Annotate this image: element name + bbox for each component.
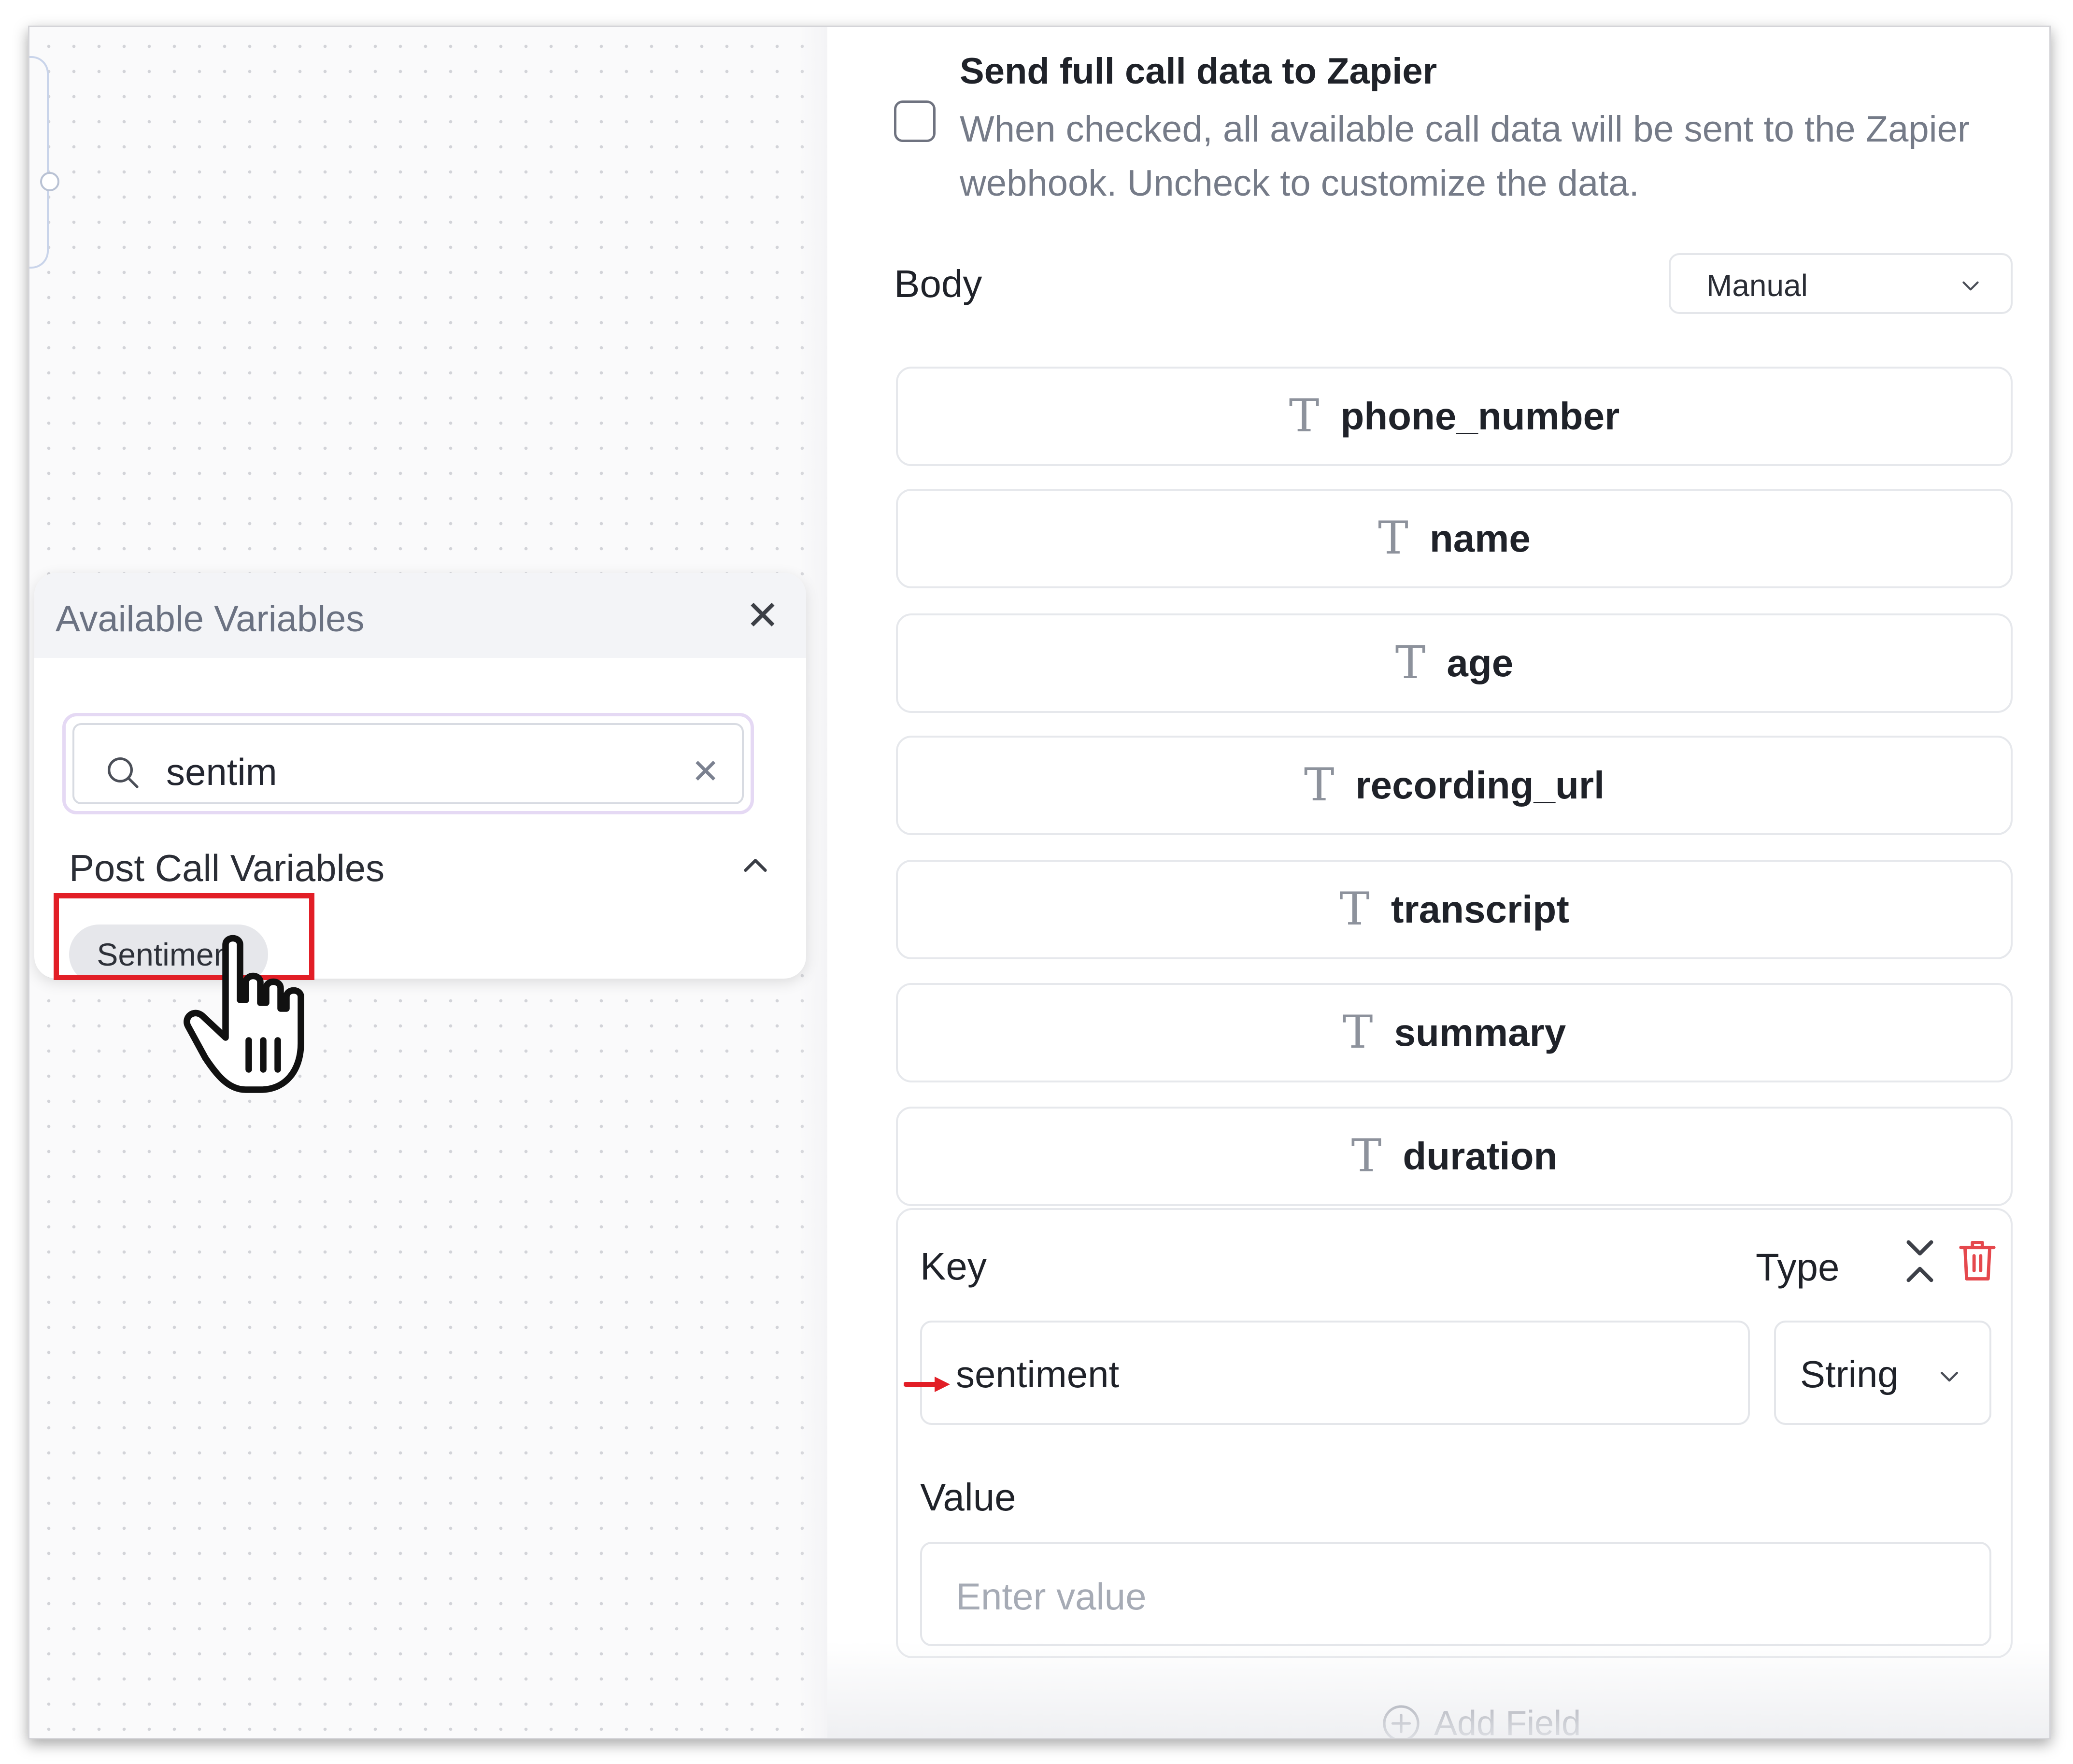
body-field-row[interactable]: T name bbox=[896, 489, 2013, 588]
variable-search-input[interactable]: sentim bbox=[166, 750, 277, 794]
text-type-icon: T bbox=[1289, 390, 1320, 442]
type-select-value: String bbox=[1800, 1353, 1899, 1395]
chevron-down-icon bbox=[1941, 1372, 1958, 1382]
field-name: age bbox=[1447, 641, 1514, 684]
arrow-right-icon bbox=[904, 1377, 950, 1392]
add-field-button[interactable]: Add Field bbox=[1381, 1703, 1581, 1739]
body-mode-value: Manual bbox=[1706, 268, 1808, 303]
post-call-variables-title[interactable]: Post Call Variables bbox=[69, 846, 384, 890]
field-name: recording_url bbox=[1355, 764, 1605, 807]
text-type-icon: T bbox=[1378, 512, 1408, 565]
send-full-call-data-checkbox[interactable] bbox=[894, 100, 936, 142]
body-field-row[interactable]: T phone_number bbox=[896, 367, 2013, 466]
value-label: Value bbox=[920, 1476, 1016, 1519]
body-field-row[interactable]: T transcript bbox=[896, 860, 2013, 959]
body-field-row[interactable]: T recording_url bbox=[896, 736, 2013, 835]
close-icon[interactable]: ✕ bbox=[744, 595, 781, 636]
send-full-call-data-description: When checked, all available call data wi… bbox=[960, 109, 1970, 204]
chevron-down-icon bbox=[1962, 281, 1979, 291]
clear-search-icon[interactable]: ✕ bbox=[691, 752, 720, 791]
text-type-icon: T bbox=[1395, 637, 1426, 689]
hand-pointer-icon bbox=[184, 935, 304, 1093]
field-name: phone_number bbox=[1340, 395, 1620, 438]
screenshot-frame: Available Variables ✕ sentim ✕ Post Call… bbox=[28, 26, 2051, 1739]
text-type-icon: T bbox=[1304, 759, 1335, 811]
available-variables-header: Available Variables ✕ bbox=[34, 573, 806, 658]
body-mode-select[interactable]: Manual bbox=[1669, 253, 2013, 314]
key-input[interactable]: sentiment bbox=[920, 1321, 1750, 1425]
available-variables-title: Available Variables bbox=[56, 598, 365, 640]
workflow-canvas[interactable]: Available Variables ✕ sentim ✕ Post Call… bbox=[29, 27, 827, 1738]
search-icon bbox=[108, 757, 139, 788]
trash-icon[interactable] bbox=[1958, 1238, 1997, 1284]
key-input-value: sentiment bbox=[956, 1353, 1120, 1395]
body-label: Body bbox=[894, 262, 982, 305]
body-field-row[interactable]: T summary bbox=[896, 983, 2013, 1082]
workflow-node-edge[interactable] bbox=[29, 56, 49, 269]
text-type-icon: T bbox=[1342, 1006, 1373, 1059]
chevron-up-icon[interactable] bbox=[738, 849, 772, 883]
plus-circle-icon bbox=[1383, 1705, 1420, 1738]
field-name: duration bbox=[1403, 1135, 1558, 1178]
reorder-icon[interactable] bbox=[1901, 1235, 1939, 1288]
variable-search-input-frame: sentim ✕ bbox=[72, 723, 744, 804]
value-input[interactable]: Enter value bbox=[920, 1542, 1991, 1646]
key-label: Key bbox=[920, 1245, 987, 1288]
value-input-placeholder: Enter value bbox=[956, 1575, 1147, 1618]
node-connection-handle[interactable] bbox=[40, 172, 59, 191]
field-name: summary bbox=[1394, 1011, 1566, 1054]
field-name: name bbox=[1429, 517, 1531, 560]
text-type-icon: T bbox=[1351, 1130, 1382, 1182]
variable-search-box[interactable]: sentim ✕ bbox=[62, 713, 754, 814]
add-field-label: Add Field bbox=[1434, 1704, 1581, 1739]
text-type-icon: T bbox=[1339, 883, 1370, 936]
field-name: transcript bbox=[1391, 888, 1569, 931]
body-field-row[interactable]: T duration bbox=[896, 1107, 2013, 1206]
type-label: Type bbox=[1756, 1246, 1840, 1289]
type-select[interactable]: String bbox=[1774, 1321, 1991, 1425]
body-field-row[interactable]: T age bbox=[896, 613, 2013, 713]
send-full-call-data-title: Send full call data to Zapier bbox=[960, 51, 1437, 92]
